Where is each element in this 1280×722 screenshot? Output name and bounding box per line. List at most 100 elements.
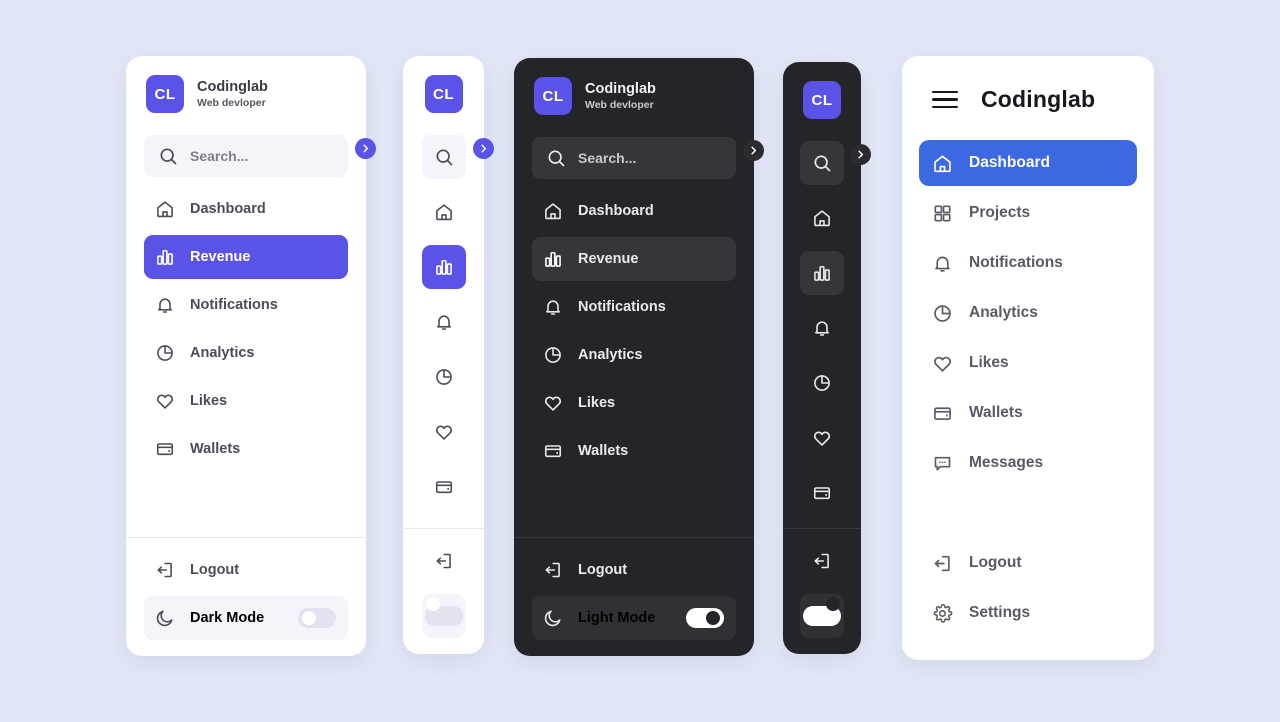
sidebar-footer: Logout Light Mode (514, 537, 754, 656)
sidebar-header-collapsed: CL (403, 56, 484, 113)
search-input[interactable] (800, 141, 844, 185)
panel-nav: Dashboard Projects Notifications Analyti… (919, 140, 1137, 636)
sidebar-footer-collapsed (783, 528, 861, 654)
sidebar-collapse-toggle[interactable] (355, 138, 376, 159)
message-icon (931, 453, 953, 474)
screenshot-root: CL Codinglab Web devloper Search... Dash… (0, 0, 1280, 722)
sidebar-item-notifications[interactable] (800, 306, 844, 350)
sidebar-item-revenue[interactable]: Revenue (144, 235, 348, 279)
sidebar-item-wallets[interactable]: Wallets (144, 427, 348, 471)
sidebar-item-analytics[interactable]: Analytics (532, 333, 736, 377)
sidebar-item-wallets[interactable]: Wallets (919, 390, 1137, 436)
light-mode-toggle-row[interactable]: Light Mode (532, 596, 736, 640)
sidebar-item-label: Wallets (578, 443, 629, 459)
hamburger-icon[interactable] (932, 90, 958, 109)
bell-icon (542, 297, 564, 317)
logout-button[interactable]: Logout (532, 548, 736, 592)
logout-button[interactable]: Logout (144, 548, 348, 592)
sidebar-item-wallets[interactable] (800, 471, 844, 515)
moon-icon (154, 608, 176, 628)
sidebar-nav-collapsed (403, 135, 484, 509)
logout-button[interactable] (422, 539, 466, 583)
sidebar-expand-toggle[interactable] (473, 138, 494, 159)
brand-logo: CL (803, 81, 841, 119)
sidebar-item-likes[interactable] (422, 410, 466, 454)
search-input[interactable]: Search... (144, 135, 348, 177)
bell-icon (931, 253, 953, 274)
sidebar-item-dashboard[interactable] (800, 196, 844, 240)
sidebar-expand-toggle[interactable] (850, 144, 871, 165)
sidebar-item-messages[interactable]: Messages (919, 440, 1137, 486)
sidebar-item-notifications[interactable]: Notifications (532, 285, 736, 329)
brand-logo: CL (424, 75, 463, 113)
sidebar-item-dashboard[interactable]: Dashboard (144, 187, 348, 231)
sidebar-header: CL Codinglab Web devloper (514, 58, 754, 115)
sidebar-header: CL Codinglab Web devloper (126, 56, 366, 113)
sidebar-collapse-toggle[interactable] (743, 140, 764, 161)
sidebar-item-label: Analytics (578, 347, 643, 363)
sidebar-item-label: Notifications (190, 297, 278, 313)
search-input[interactable]: Search... (532, 137, 736, 179)
chevron-right-icon (858, 150, 864, 159)
mode-label: Dark Mode (190, 610, 265, 626)
mode-switch[interactable] (298, 608, 336, 628)
sidebar-item-revenue[interactable] (800, 251, 844, 295)
dark-mode-toggle-row[interactable] (421, 594, 466, 638)
brand-subtitle: Web devloper (585, 98, 654, 111)
sidebar-nav-collapsed (783, 141, 861, 515)
home-icon (811, 208, 833, 228)
sidebar-item-label: Notifications (578, 299, 666, 315)
sidebar-item-label: Likes (969, 354, 1009, 371)
sidebar-item-analytics[interactable] (422, 355, 466, 399)
sidebar-item-notifications[interactable]: Notifications (919, 240, 1137, 286)
logout-button[interactable]: Logout (919, 540, 1137, 586)
mode-switch[interactable] (803, 597, 841, 626)
sidebar-item-label: Wallets (190, 441, 241, 457)
bar-chart-icon (433, 257, 455, 277)
sidebar-item-notifications[interactable] (422, 300, 466, 344)
sidebar-item-wallets[interactable] (422, 465, 466, 509)
bell-icon (433, 312, 455, 332)
mode-switch[interactable] (686, 608, 724, 628)
sidebar-item-revenue[interactable] (421, 245, 466, 289)
sidebar-light-expanded: CL Codinglab Web devloper Search... Dash… (126, 56, 376, 656)
page-title: Codinglab (981, 86, 1096, 112)
sidebar-item-analytics[interactable] (800, 361, 844, 405)
bell-icon (154, 295, 176, 315)
sidebar-item-label: Notifications (969, 254, 1063, 271)
search-placeholder: Search... (190, 148, 249, 164)
sidebar-item-wallets[interactable]: Wallets (532, 429, 736, 473)
logout-label: Logout (578, 562, 628, 578)
logout-icon (542, 560, 564, 580)
logout-icon (811, 551, 833, 571)
logout-icon (931, 553, 953, 574)
sidebar-item-likes[interactable]: Likes (532, 381, 736, 425)
home-icon (433, 202, 455, 222)
sidebar-item-likes[interactable]: Likes (144, 379, 348, 423)
sidebar-item-revenue[interactable]: Revenue (532, 237, 736, 281)
dark-mode-toggle-row[interactable]: Dark Mode (144, 596, 348, 640)
heart-icon (931, 353, 953, 374)
sidebar-item-projects[interactable]: Projects (919, 190, 1137, 236)
switch-knob (302, 611, 316, 625)
sidebar-item-analytics[interactable]: Analytics (144, 331, 348, 375)
sidebar-item-dashboard[interactable] (422, 190, 466, 234)
sidebar-item-notifications[interactable]: Notifications (144, 283, 348, 327)
mode-switch[interactable] (424, 597, 463, 626)
sidebar-item-likes[interactable]: Likes (919, 340, 1137, 386)
search-input[interactable] (421, 135, 466, 179)
wallet-icon (931, 403, 953, 424)
sidebar-item-likes[interactable] (800, 416, 844, 460)
light-mode-toggle-row[interactable] (800, 594, 844, 638)
home-icon (542, 201, 564, 221)
logout-label: Logout (969, 554, 1022, 571)
sidebar-item-dashboard[interactable]: Dashboard (532, 189, 736, 233)
sidebar-item-label: Analytics (190, 345, 255, 361)
sidebar-item-dashboard[interactable]: Dashboard (919, 140, 1137, 186)
logout-label: Logout (190, 562, 240, 578)
logout-button[interactable] (800, 539, 844, 583)
pie-chart-icon (931, 303, 953, 324)
settings-button[interactable]: Settings (919, 590, 1137, 636)
sidebar-item-analytics[interactable]: Analytics (919, 290, 1137, 336)
bar-chart-icon (154, 247, 176, 267)
